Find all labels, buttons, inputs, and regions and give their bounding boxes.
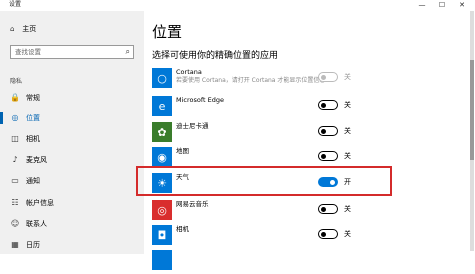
app-row: ◘ 相机关 [152, 223, 452, 249]
app-row: ○ Cortana 若要使用 Cortana，请打开 Cortana 才能显示位置信… [152, 66, 452, 92]
search-placeholder: 查找设置 [15, 48, 41, 56]
app-name: 迪士尼卡通 [176, 122, 209, 130]
calendar-icon: ▦ [11, 240, 19, 249]
app-name: 相机 [176, 225, 189, 233]
sidebar-item-label: 位置 [26, 114, 40, 122]
page-title: 位置 [152, 23, 183, 41]
title-bar: 设置 — ☐ ✕ [0, 0, 475, 11]
sidebar-item-label: 联系人 [26, 220, 47, 228]
location-toggle[interactable] [318, 204, 338, 214]
camera-app-icon: ◘ [152, 225, 172, 245]
app-row: e Microsoft Edge 关 [152, 94, 452, 120]
location-toggle[interactable] [318, 151, 338, 161]
window-title: 设置 [9, 1, 22, 8]
sidebar-item[interactable]: ☷ 帐户信息 [0, 193, 144, 213]
location-toggle[interactable] [318, 229, 338, 239]
sidebar-item[interactable]: ▦ 日历 [0, 235, 144, 255]
app-name: 地图 [176, 147, 189, 155]
disney-icon: ✿ [152, 122, 172, 142]
toggle-state-label: 关 [344, 101, 351, 109]
toggle-state-label: 关 [344, 152, 351, 160]
home-link[interactable]: ⌂ 主页 [10, 22, 36, 36]
location-toggle[interactable] [318, 126, 338, 136]
toggle-state-label: 关 [344, 205, 351, 213]
sidebar-item[interactable]: ▭ 通知 [0, 171, 144, 191]
maximize-button[interactable]: ☐ [432, 0, 452, 11]
netease-music-icon: ◎ [152, 200, 172, 220]
sidebar-item-label: 帐户信息 [26, 199, 54, 207]
maps-icon: ◉ [152, 147, 172, 167]
section-label-privacy: 隐私 [10, 78, 23, 85]
notification-icon: ▭ [11, 176, 19, 185]
app-subtitle: 若要使用 Cortana，请打开 Cortana 才能显示位置信息 [176, 77, 326, 84]
toggle-state-label: 关 [344, 127, 351, 135]
search-input[interactable]: 查找设置 ⌕ [10, 45, 134, 59]
contacts-icon: ☺ [10, 219, 20, 228]
app-row: ✿ 迪士尼卡通关 [152, 120, 452, 146]
section-heading: 选择可使用你的精确位置的应用 [152, 51, 279, 61]
location-icon: ◎ [11, 113, 19, 122]
sidebar-item[interactable]: ◫ 相机 [0, 129, 144, 149]
home-icon: ⌂ [10, 25, 15, 33]
account-icon: ☷ [11, 198, 19, 207]
sidebar-item[interactable]: ♪ 麦克风 [0, 150, 144, 170]
sidebar-item-label: 相机 [26, 135, 40, 143]
lock-icon: 🔒 [10, 93, 20, 102]
minimize-button[interactable]: — [412, 0, 432, 11]
close-button[interactable]: ✕ [452, 0, 472, 11]
location-toggle[interactable] [318, 100, 338, 110]
sidebar-item[interactable]: ◎ 位置 [0, 108, 144, 128]
sidebar-item-label: 日历 [26, 241, 40, 249]
sidebar-item[interactable]: ☺ 联系人 [0, 214, 144, 234]
cortana-icon: ○ [152, 68, 172, 88]
highlight-box [136, 166, 392, 196]
search-icon: ⌕ [125, 47, 130, 56]
app-icon [152, 250, 172, 270]
location-toggle [318, 72, 338, 82]
home-label: 主页 [22, 25, 37, 33]
sidebar-item-label: 麦克风 [26, 156, 47, 164]
app-name: Microsoft Edge [176, 96, 225, 104]
scrollbar-thumb[interactable] [470, 60, 474, 160]
edge-icon: e [152, 96, 172, 116]
app-row: ◎ 网易云音乐关 [152, 198, 452, 224]
app-name: Cortana [176, 68, 202, 76]
toggle-state-label: 关 [344, 73, 351, 81]
toggle-state-label: 关 [344, 230, 351, 238]
microphone-icon: ♪ [12, 155, 18, 164]
app-row [152, 248, 452, 274]
sidebar-item-label: 通知 [26, 177, 40, 185]
sidebar-item-label: 常规 [26, 94, 40, 102]
camera-icon: ◫ [11, 134, 19, 143]
sidebar-item[interactable]: 🔒 常规 [0, 88, 144, 108]
app-name: 网易云音乐 [176, 200, 209, 208]
